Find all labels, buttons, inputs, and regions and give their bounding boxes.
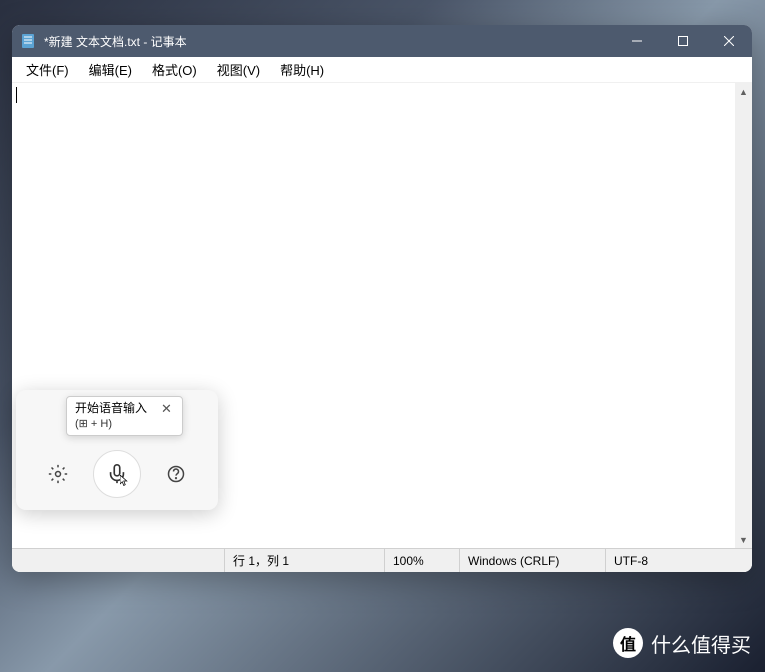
cursor-icon bbox=[120, 475, 132, 487]
voice-input-panel[interactable]: 开始语音输入 (⊞ + H) ✕ bbox=[16, 390, 218, 510]
minimize-button[interactable] bbox=[614, 25, 660, 57]
menu-format[interactable]: 格式(O) bbox=[142, 58, 207, 81]
voice-tooltip-title: 开始语音输入 bbox=[75, 401, 147, 417]
status-encoding: UTF-8 bbox=[605, 549, 752, 572]
voice-settings-button[interactable] bbox=[42, 458, 74, 490]
maximize-button[interactable] bbox=[660, 25, 706, 57]
status-line-ending: Windows (CRLF) bbox=[459, 549, 605, 572]
scroll-down-arrow[interactable]: ▼ bbox=[735, 531, 752, 548]
status-position: 行 1，列 1 bbox=[224, 549, 384, 572]
vertical-scrollbar[interactable]: ▲ ▼ bbox=[735, 83, 752, 548]
watermark-badge: 值 bbox=[613, 628, 643, 658]
menubar: 文件(F) 编辑(E) 格式(O) 视图(V) 帮助(H) bbox=[12, 57, 752, 83]
status-zoom: 100% bbox=[384, 549, 459, 572]
voice-tooltip-shortcut: (⊞ + H) bbox=[75, 417, 147, 431]
window-title: *新建 文本文档.txt - 记事本 bbox=[44, 33, 614, 50]
window-controls bbox=[614, 25, 752, 57]
statusbar: 行 1，列 1 100% Windows (CRLF) UTF-8 bbox=[12, 548, 752, 572]
voice-microphone-button[interactable] bbox=[93, 450, 141, 498]
voice-controls bbox=[16, 450, 218, 498]
menu-view[interactable]: 视图(V) bbox=[207, 58, 270, 81]
voice-tooltip-close-button[interactable]: ✕ bbox=[159, 401, 174, 417]
close-button[interactable] bbox=[706, 25, 752, 57]
watermark-text: 什么值得买 bbox=[651, 629, 751, 658]
scroll-up-arrow[interactable]: ▲ bbox=[735, 83, 752, 100]
voice-help-button[interactable] bbox=[160, 458, 192, 490]
menu-help[interactable]: 帮助(H) bbox=[270, 58, 334, 81]
menu-file[interactable]: 文件(F) bbox=[16, 58, 79, 81]
notepad-icon bbox=[20, 33, 36, 49]
watermark: 值 什么值得买 bbox=[613, 628, 751, 658]
menu-edit[interactable]: 编辑(E) bbox=[79, 58, 142, 81]
scroll-track[interactable] bbox=[735, 100, 752, 531]
text-cursor bbox=[16, 87, 17, 103]
titlebar[interactable]: *新建 文本文档.txt - 记事本 bbox=[12, 25, 752, 57]
status-spacer bbox=[12, 549, 224, 572]
voice-tooltip: 开始语音输入 (⊞ + H) ✕ bbox=[66, 396, 183, 436]
